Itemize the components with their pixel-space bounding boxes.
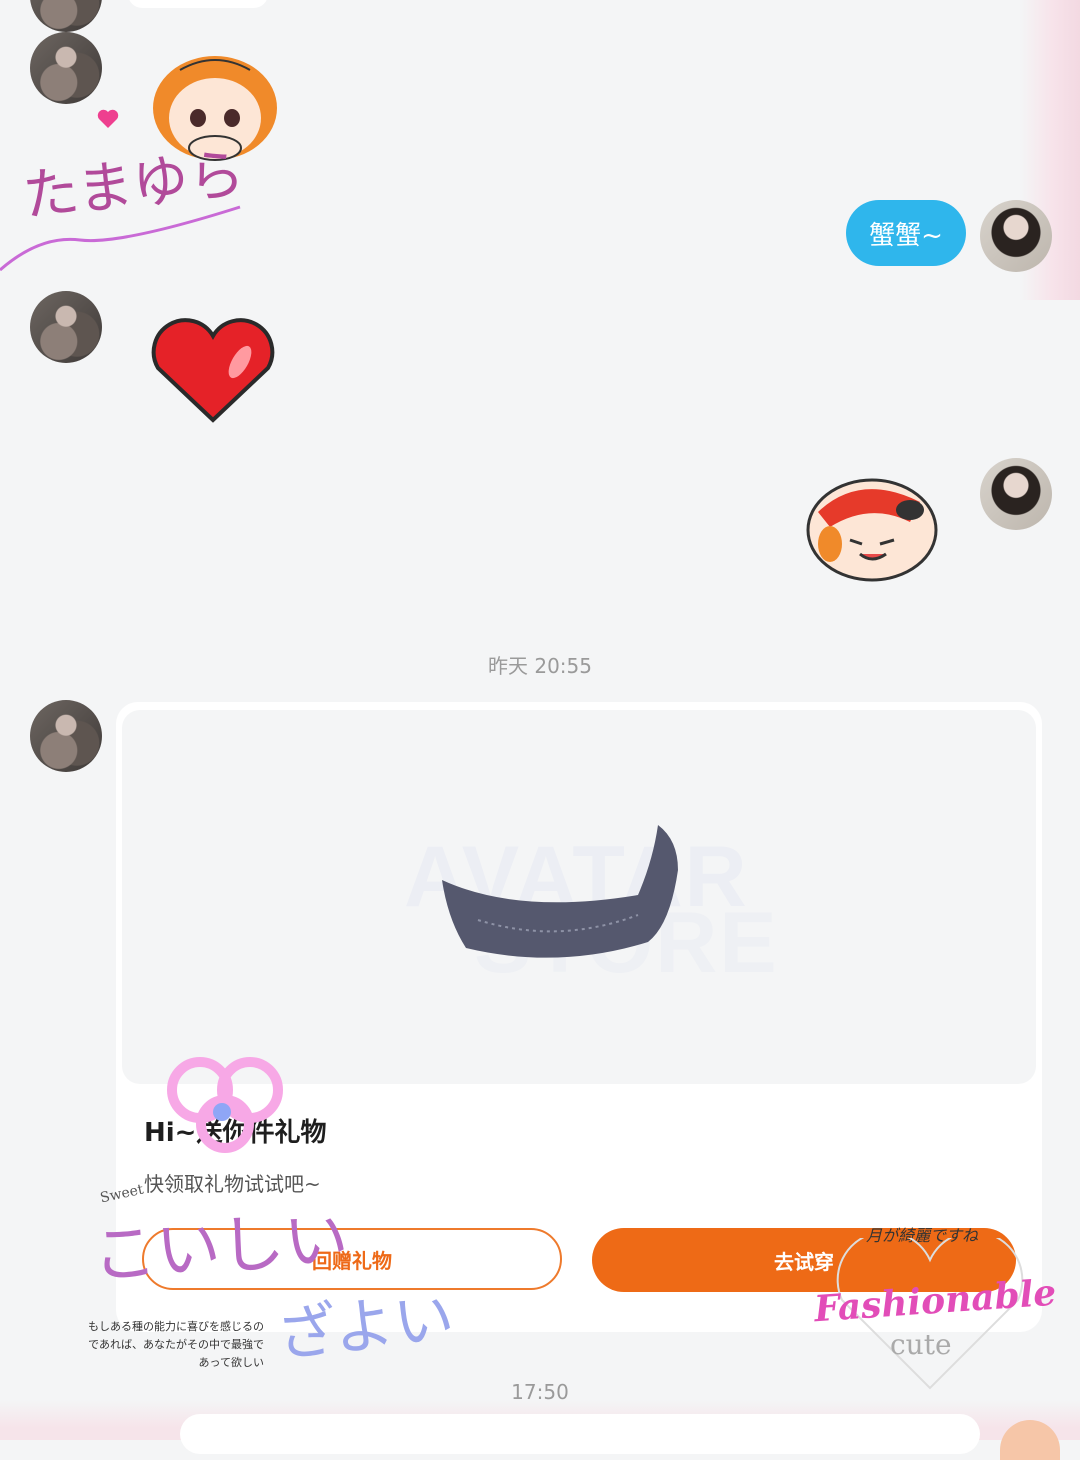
contact-avatar[interactable] [30,700,102,772]
pink-flower-deco [167,1057,283,1153]
red-heart-sticker[interactable] [148,318,278,426]
next-message-stub [180,1414,980,1454]
contact-avatar-partial[interactable] [30,0,102,32]
contact-avatar[interactable] [30,291,102,363]
contact-avatar[interactable] [30,32,102,104]
timestamp-separator: 昨天 20:55 [488,654,592,678]
small-heart-icon [97,109,119,128]
cute-deco: cute [890,1328,952,1361]
sent-message-bubble[interactable]: 蟹蟹~ [846,200,966,266]
handwriting-deco-bottom-1: こいしい [90,1202,351,1294]
gift-item-image [442,825,678,958]
handwriting-deco-bottom-2: ざよい [273,1282,458,1372]
japanese-quote-deco: もしある種の能力に喜びを感じるのであれば、あなたがその中で最強であって欲しい [88,1320,264,1369]
my-avatar[interactable] [980,200,1052,272]
handwriting-underline [0,205,241,272]
cartoon-hiding-sticker[interactable] [800,472,945,587]
previous-message-stub [128,0,268,8]
gift-image-area[interactable]: AVATAR STORE [122,710,1036,1084]
my-avatar[interactable] [980,458,1052,530]
